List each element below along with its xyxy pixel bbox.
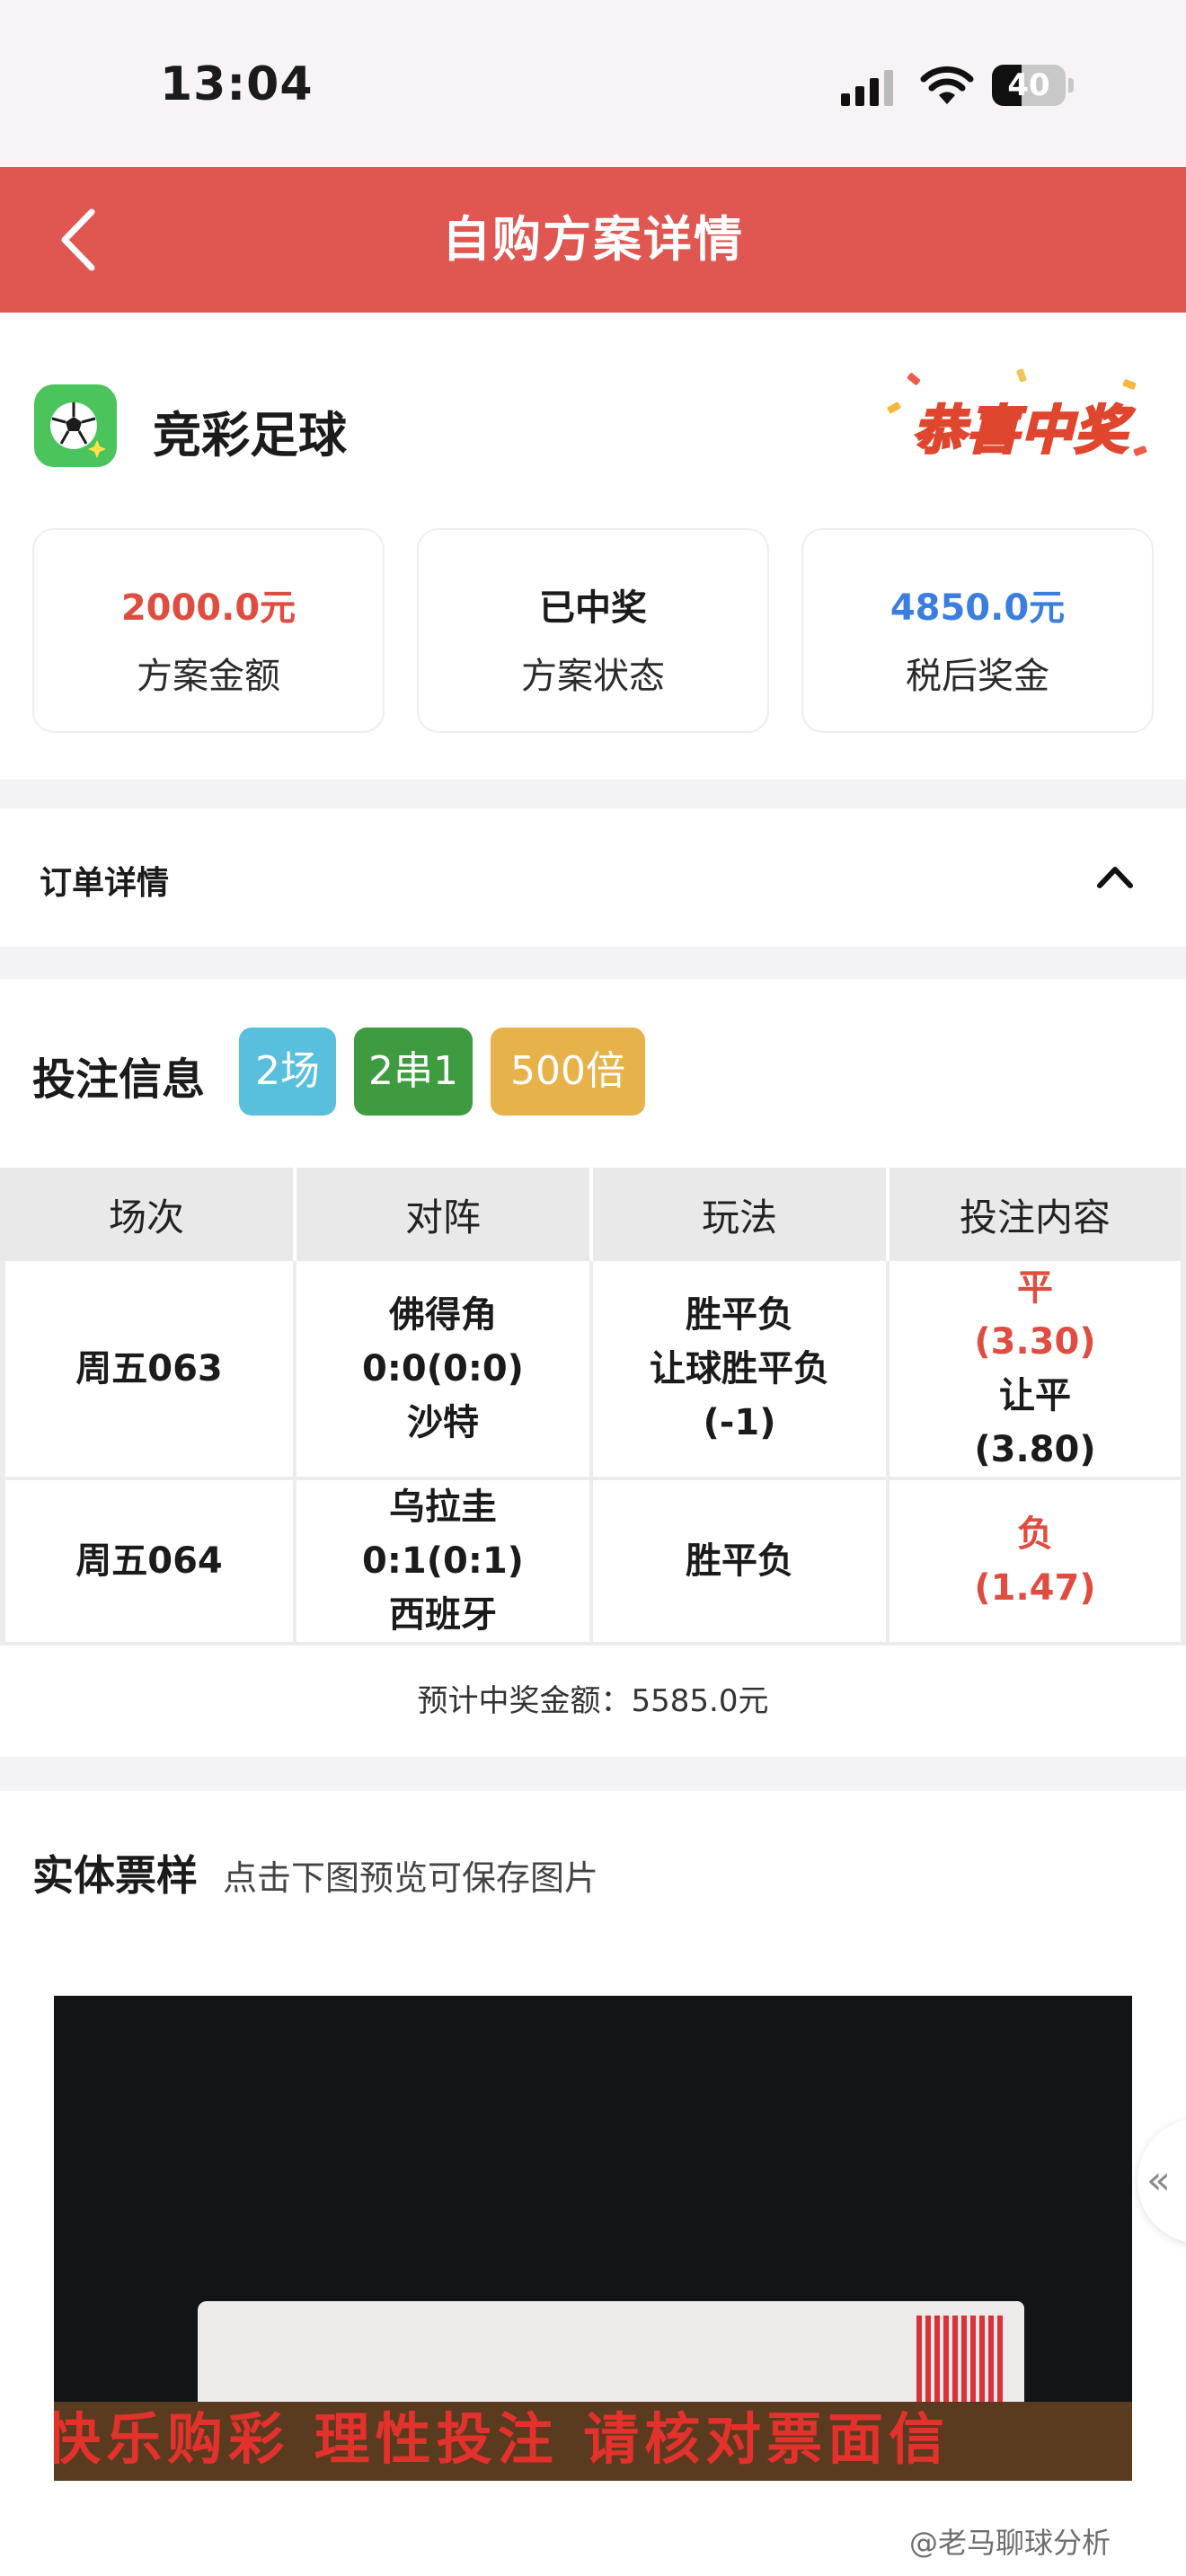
stat-value: 4850.0元: [890, 587, 1066, 629]
cellular-signal-icon: [841, 70, 893, 106]
bet-odds: (3.30): [974, 1321, 1096, 1363]
bet-pick: 负: [1017, 1513, 1053, 1555]
stat-label: 税后奖金: [906, 656, 1049, 697]
ticket-paper-edge: [916, 2316, 1006, 2402]
ticket-sample-hint: 点击下图预览可保存图片: [223, 1858, 599, 1898]
page-title: 自购方案详情: [442, 211, 744, 268]
battery-level: 40: [1007, 67, 1050, 103]
table-row: 周五064 乌拉圭 0:1(0:1) 西班牙 胜平负 负 (1.47): [0, 1480, 1186, 1645]
play-type-cell: 胜平负: [593, 1480, 890, 1645]
winning-badge: 恭喜中奖: [881, 368, 1147, 476]
plan-summary-card: 竞彩足球 恭喜中奖 2000.0元 方案金额 已中奖 方案状态 4850.0元 …: [0, 313, 1186, 780]
pill-parlay-type: 2串1: [354, 1028, 473, 1116]
nav-bar: 自购方案详情: [0, 167, 1186, 313]
bet-table: 场次 对阵 玩法 投注内容 周五063 佛得角 0:0(0:0) 沙特 胜平负 …: [0, 1168, 1186, 1645]
play-type: 胜平负: [686, 1294, 793, 1336]
ticket-photo[interactable]: 快乐购彩 理性投注 请核对票面信: [54, 1996, 1132, 2481]
soccer-ball-icon: [34, 384, 117, 467]
play-type-cell: 胜平负 让球胜平负 (-1): [593, 1261, 890, 1480]
bet-odds: (1.47): [974, 1567, 1096, 1609]
home-team: 乌拉圭: [389, 1486, 497, 1528]
stat-value: 2000.0元: [120, 587, 296, 629]
stat-label: 方案状态: [521, 656, 665, 697]
bet-odds: (3.80): [974, 1429, 1096, 1470]
stat-plan-amount: 2000.0元 方案金额: [32, 528, 385, 733]
ticket-sample-card: 实体票样 点击下图预览可保存图片 快乐购彩 理性投注 请核对票面信: [0, 1791, 1186, 2576]
score: 0:1(0:1): [362, 1540, 524, 1582]
matchup-cell: 乌拉圭 0:1(0:1) 西班牙: [296, 1480, 593, 1645]
order-details-toggle[interactable]: 订单详情: [0, 808, 1186, 947]
lottery-type-name: 竞彩足球: [153, 407, 347, 463]
ticket-paper-stack: [198, 2301, 1024, 2402]
table-row: 周五063 佛得角 0:0(0:0) 沙特 胜平负 让球胜平负 (-1) 平 (…: [0, 1261, 1186, 1480]
pill-match-count: 2场: [239, 1028, 336, 1116]
header-match-no: 场次: [0, 1168, 296, 1261]
expected-prize-amount: 预计中奖金额：5585.0元: [417, 1683, 769, 1719]
wifi-icon: [920, 66, 974, 104]
battery-icon: 40: [992, 65, 1074, 106]
match-number: 周五063: [0, 1261, 296, 1480]
header-bet-content: 投注内容: [890, 1168, 1186, 1261]
match-number: 周五064: [0, 1480, 296, 1645]
watermark: @老马聊球分析: [909, 2526, 1111, 2560]
stat-value: 已中奖: [539, 587, 647, 629]
stat-after-tax-prize: 4850.0元 税后奖金: [801, 528, 1154, 733]
ticket-sample-title: 实体票样: [32, 1851, 198, 1900]
stat-label: 方案金额: [137, 656, 280, 697]
pill-multiplier: 500倍: [491, 1028, 645, 1116]
header-matchup: 对阵: [296, 1168, 593, 1261]
away-team: 西班牙: [389, 1594, 497, 1636]
ticket-slogan: 快乐购彩 理性投注 请核对票面信: [54, 2402, 1132, 2481]
play-type: 胜平负: [686, 1540, 793, 1582]
status-bar: 13:04 40: [0, 0, 1186, 167]
order-details-title: 订单详情: [40, 865, 170, 902]
matchup-cell: 佛得角 0:0(0:0) 沙特: [296, 1261, 593, 1480]
handicap: (-1): [703, 1402, 776, 1443]
play-type: 让球胜平负: [650, 1348, 829, 1389]
double-chevron-left-icon: «: [1146, 2157, 1171, 2203]
table-header-row: 场次 对阵 玩法 投注内容: [0, 1168, 1186, 1261]
stat-plan-status: 已中奖 方案状态: [417, 528, 769, 733]
score: 0:0(0:0): [362, 1348, 524, 1389]
header-play-type: 玩法: [593, 1168, 890, 1261]
status-time: 13:04: [160, 57, 314, 111]
bet-info-title: 投注信息: [32, 1054, 206, 1105]
bet-content-cell: 平 (3.30) 让平 (3.80): [890, 1261, 1186, 1480]
bet-pick: 平: [1017, 1267, 1053, 1309]
away-team: 沙特: [407, 1402, 479, 1443]
home-team: 佛得角: [389, 1294, 497, 1336]
bet-info-card: 投注信息 2场 2串1 500倍 场次 对阵 玩法 投注内容 周五063 佛得角…: [0, 979, 1186, 1757]
chevron-up-icon[interactable]: [1094, 859, 1136, 895]
bet-pick: 让平: [999, 1375, 1071, 1416]
bet-content-cell: 负 (1.47): [890, 1480, 1186, 1645]
